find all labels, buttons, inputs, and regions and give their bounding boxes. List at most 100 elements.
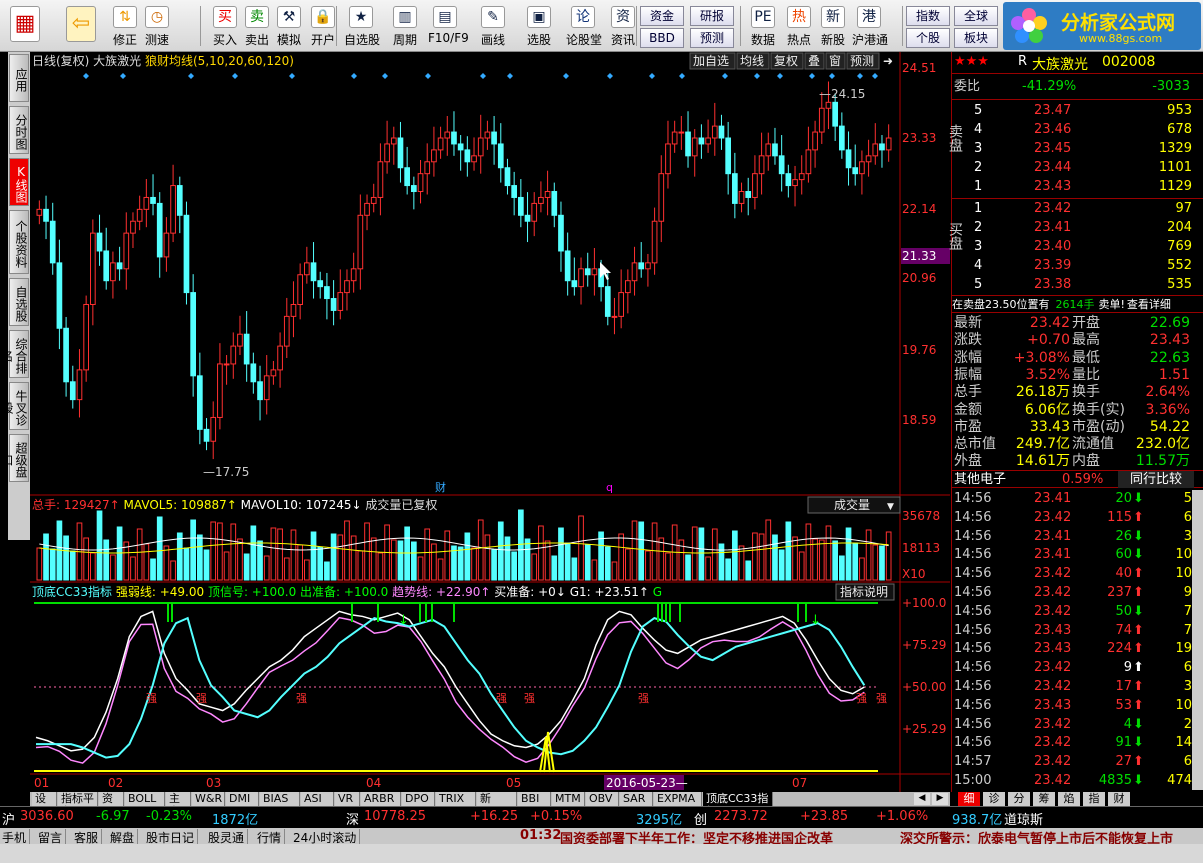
right-panel-tab[interactable]: 指: [1083, 792, 1105, 806]
volume-bar: [638, 521, 645, 581]
toolbar-hk-button[interactable]: 港沪港通: [852, 4, 888, 50]
indicator-tab[interactable]: 资讯: [99, 792, 124, 818]
toolbar-sell-button[interactable]: 卖卖出: [240, 4, 274, 50]
quote-value: 14.61万: [1015, 453, 1070, 470]
pin-icon[interactable]: ➜: [883, 54, 893, 68]
notice-detail-link[interactable]: 查看详细: [1127, 298, 1171, 311]
toolbar-select-button[interactable]: ▣ 选股: [522, 4, 556, 50]
indicator-tab[interactable]: ARBR: [361, 792, 401, 806]
chart-header-button[interactable]: 预测: [846, 52, 880, 70]
indicator-tab[interactable]: 主力: [166, 792, 191, 818]
toolbar-f10-button[interactable]: ▤ F10/F9: [428, 4, 469, 50]
tab-scroll-left-icon[interactable]: ◀: [914, 793, 930, 805]
toolbar-small-button[interactable]: 个股: [906, 28, 950, 48]
left-tab-2[interactable]: K线图: [9, 158, 29, 206]
toolbar-back-arrow-button[interactable]: ⇦: [64, 4, 98, 50]
sell-order-row[interactable]: 4 23.46 678: [952, 121, 1192, 139]
candle-body: [511, 185, 517, 198]
indicator-tab[interactable]: EXPMA: [654, 792, 702, 806]
chart-header-button[interactable]: 窗: [825, 52, 846, 70]
chart-header-button[interactable]: 均线: [736, 52, 770, 70]
indicator-tab[interactable]: DMI: [226, 792, 259, 806]
indicator-tab[interactable]: TRIX: [436, 792, 476, 806]
toolbar-period-button[interactable]: ▥ 周期: [388, 4, 422, 50]
left-tab-4[interactable]: 自选股: [9, 278, 29, 326]
chart-header-button[interactable]: 复权: [770, 52, 804, 70]
indicator-tab[interactable]: DPO: [402, 792, 435, 806]
sell-order-row[interactable]: 3 23.45 1329: [952, 140, 1192, 158]
indicator-tab[interactable]: MTM: [552, 792, 585, 806]
chevron-down-icon: ▼: [887, 502, 894, 512]
fix-icon: ⇅: [113, 6, 137, 28]
toolbar-fix-button[interactable]: ⇅ 修正: [108, 4, 142, 50]
indicator-tab[interactable]: OBV: [586, 792, 619, 806]
right-panel-tab[interactable]: 筹: [1033, 792, 1055, 806]
toolbar-news-button[interactable]: 资资讯: [606, 4, 640, 50]
buy-order-row[interactable]: 3 23.40 769: [952, 238, 1192, 256]
right-panel-tab[interactable]: 细: [958, 792, 980, 806]
buy-order-row[interactable]: 5 23.38 535: [952, 276, 1192, 294]
left-tab-0[interactable]: 应用: [9, 54, 29, 102]
indicator-tab[interactable]: BOLL: [125, 792, 165, 806]
right-panel-tab[interactable]: 诊: [983, 792, 1005, 806]
toolbar-buy-button[interactable]: 买买入: [208, 4, 242, 50]
toolbar-small-button[interactable]: 资金: [640, 6, 684, 26]
toolbar-clock-button[interactable]: ◷ 测速: [140, 4, 174, 50]
left-tab-5[interactable]: 综合排名: [0, 330, 29, 378]
quote-label: 最新: [954, 315, 982, 331]
toolbar-lock-button[interactable]: 🔒 开户: [306, 4, 340, 50]
indicator-tab[interactable]: SAR: [620, 792, 653, 806]
sell-order-row[interactable]: 2 23.44 1101: [952, 159, 1192, 177]
indicator-tab[interactable]: 新DMA: [477, 792, 517, 818]
buy-order-row[interactable]: 1 23.42 97: [952, 200, 1192, 218]
kline-chart-area[interactable]: 日线(复权) 大族激光 狼财均线(5,10,20,60,120) 加自选 均线 复权叠…: [30, 52, 950, 792]
toolbar-small-button[interactable]: 研报: [690, 6, 734, 26]
indicator-tab[interactable]: BBI: [518, 792, 551, 806]
toolbar-pe-button[interactable]: PE 数据: [746, 4, 780, 50]
left-tab-6[interactable]: 牛叉诊股: [0, 382, 29, 430]
indicator-tab[interactable]: 顶底CC33指标: [703, 792, 773, 818]
toolbar-hot-button[interactable]: 热热点: [782, 4, 816, 50]
candle-body: [778, 155, 785, 175]
toolbar-forum-button[interactable]: 论论股堂: [566, 4, 602, 50]
toolbar-small-button[interactable]: 板块: [954, 28, 998, 48]
volume-bar: [69, 550, 76, 581]
left-tab-3[interactable]: 个股资料: [9, 210, 29, 274]
chart-header-button[interactable]: 叠: [804, 52, 825, 70]
volume-dropdown[interactable]: 成交量 ▼: [807, 496, 901, 514]
toolbar-star-button[interactable]: ★ 自选股: [344, 4, 380, 50]
toolbar-new-stock-button[interactable]: 新新股: [816, 4, 850, 50]
chart-header-button[interactable]: 加自选: [689, 52, 736, 70]
tick-scrollbar[interactable]: [1192, 490, 1203, 790]
volume-bar: [711, 528, 718, 581]
sell-order-row[interactable]: 5 23.47 953: [952, 102, 1192, 120]
right-panel-tab[interactable]: 焰: [1058, 792, 1080, 806]
left-tab-1[interactable]: 分时图: [9, 106, 29, 154]
toolbar-small-button[interactable]: 全球: [954, 6, 998, 26]
indicator-tab[interactable]: ASI: [301, 792, 334, 806]
indicator-help-button[interactable]: 指标说明: [835, 583, 895, 601]
indicator-tab[interactable]: W&R: [192, 792, 225, 806]
indicator-tab[interactable]: BIAS: [260, 792, 300, 806]
right-panel-tab[interactable]: 财: [1108, 792, 1130, 806]
indicator-tab[interactable]: 指标平台: [58, 792, 98, 818]
sell-order-row[interactable]: 1 23.43 1129: [952, 178, 1192, 196]
toolbar-small-button[interactable]: 指数: [906, 6, 950, 26]
toolbar-small-button[interactable]: 预测: [690, 28, 734, 48]
buy-order-row[interactable]: 4 23.39 552: [952, 257, 1192, 275]
indicator-tab[interactable]: 设置: [32, 792, 57, 818]
toolbar-home-button[interactable]: ▦: [8, 4, 42, 50]
toolbar-hammer-button[interactable]: ⚒ 模拟: [272, 4, 306, 50]
tab-scroll-right-icon[interactable]: ▶: [932, 793, 948, 805]
buy-order-row[interactable]: 2 23.41 204: [952, 219, 1192, 237]
sector-compare-button[interactable]: 同行比较: [1118, 471, 1194, 488]
left-tab-7[interactable]: 超级盘口: [0, 434, 29, 482]
indicator-tab[interactable]: VR: [335, 792, 360, 806]
candle-body: [752, 173, 758, 198]
right-panel-tab[interactable]: 分: [1008, 792, 1030, 806]
toolbar-pen-button[interactable]: ✎ 画线: [476, 4, 510, 50]
toolbar-item-label: 模拟: [276, 33, 301, 47]
toolbar-small-button[interactable]: BBD: [640, 28, 684, 48]
volume-bar: [698, 527, 705, 581]
volume-note: 成交量已复权: [365, 497, 437, 512]
